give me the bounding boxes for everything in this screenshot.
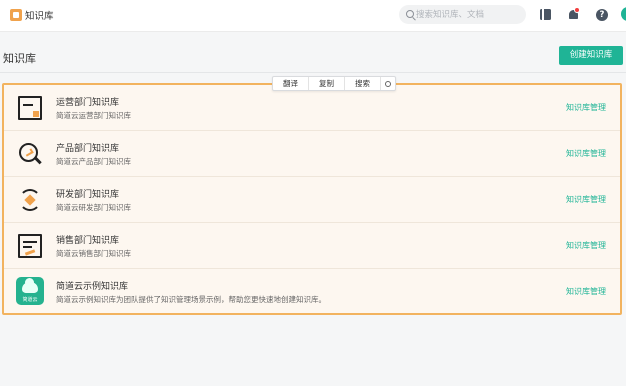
gear-icon[interactable] [381,77,395,90]
ops-icon [18,96,42,120]
kb-manage-link[interactable]: 知识库管理 [566,148,606,159]
kb-description: 简道云销售部门知识库 [56,249,131,258]
copy-button[interactable]: 复制 [309,77,345,90]
list-item[interactable]: 简道云 简道云示例知识库 简道云示例知识库为团队提供了知识管理场景示例，帮助您更… [4,269,620,315]
app-title: 知识库 [25,11,54,22]
divider [0,72,626,73]
kb-manage-link[interactable]: 知识库管理 [566,286,606,297]
list-item[interactable]: 产品部门知识库 简道云产品部门知识库 知识库管理 [4,131,620,177]
search-box[interactable] [399,5,526,24]
kb-name[interactable]: 运营部门知识库 [56,95,119,108]
kb-name[interactable]: 产品部门知识库 [56,141,119,154]
kb-name[interactable]: 销售部门知识库 [56,233,119,246]
document-icon[interactable] [540,9,551,20]
kb-description: 简道云示例知识库为团队提供了知识管理场景示例，帮助您更快速地创建知识库。 [56,295,326,304]
page-title: 知识库 [3,52,36,65]
knowledge-base-list: 运营部门知识库 简道云运营部门知识库 知识库管理 产品部门知识库 简道云产品部门… [2,83,622,315]
translate-button[interactable]: 翻译 [273,77,309,90]
search-button[interactable]: 搜索 [345,77,381,90]
knowledge-base-logo-icon [10,9,22,21]
search-icon [406,10,414,18]
notification-dot [574,7,580,13]
search-input[interactable] [416,7,522,22]
create-knowledge-base-button[interactable]: 创建知识库 [559,46,623,65]
avatar[interactable] [621,7,626,21]
kb-manage-link[interactable]: 知识库管理 [566,240,606,251]
kb-name[interactable]: 研发部门知识库 [56,187,119,200]
top-bar: 知识库 ? [0,0,626,32]
list-item[interactable]: 销售部门知识库 简道云销售部门知识库 知识库管理 [4,223,620,269]
kb-description: 简道云运营部门知识库 [56,111,131,120]
dev-icon [18,188,42,212]
kb-manage-link[interactable]: 知识库管理 [566,194,606,205]
product-icon [18,142,42,166]
list-item[interactable]: 运营部门知识库 简道云运营部门知识库 知识库管理 [4,85,620,131]
kb-description: 简道云研发部门知识库 [56,203,131,212]
sales-icon [18,234,42,258]
demo-kb-icon: 简道云 [16,277,44,305]
kb-name[interactable]: 简道云示例知识库 [56,279,128,292]
kb-description: 简道云产品部门知识库 [56,157,131,166]
notification-bell-icon[interactable] [568,7,580,20]
floating-toolbar: 翻译 复制 搜索 [272,76,396,91]
list-item[interactable]: 研发部门知识库 简道云研发部门知识库 知识库管理 [4,177,620,223]
kb-manage-link[interactable]: 知识库管理 [566,102,606,113]
help-icon[interactable]: ? [596,9,608,21]
